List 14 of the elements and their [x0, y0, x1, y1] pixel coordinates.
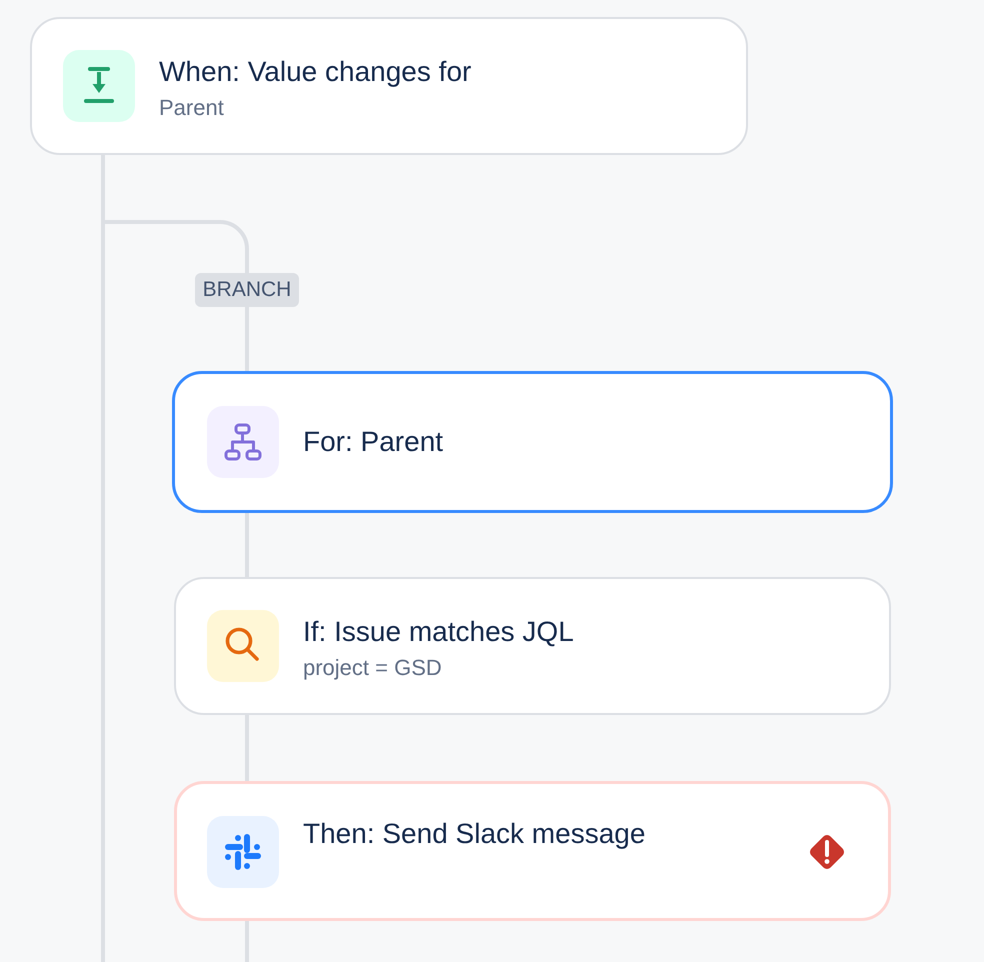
step-title: Then: Send Slack message	[303, 817, 646, 851]
trigger-card[interactable]: When: Value changes for Parent	[30, 17, 748, 155]
step-title: For: Parent	[303, 425, 444, 459]
step-title: When: Value changes for	[159, 55, 472, 89]
step-card[interactable]: If: Issue matches JQL project = GSD	[174, 577, 891, 715]
step-detail: project = GSD	[303, 654, 442, 682]
step-detail: Parent	[159, 94, 224, 122]
step-card[interactable]: Then: Send Slack message	[174, 781, 891, 921]
step-title: If: Issue matches JQL	[303, 615, 574, 649]
search-icon	[207, 610, 279, 682]
step-card[interactable]: For: Parent	[172, 371, 893, 513]
hierarchy-icon	[207, 406, 279, 478]
branch-label: BRANCH	[194, 273, 300, 307]
hash-logo-icon	[207, 816, 279, 888]
